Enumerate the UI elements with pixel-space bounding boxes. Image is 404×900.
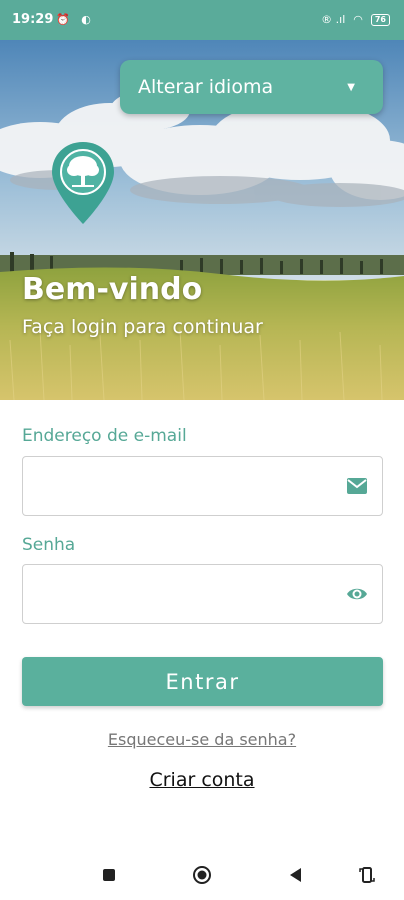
language-select[interactable]: Alterar idioma ▼ bbox=[120, 60, 383, 114]
dropdown-arrow-icon: ▼ bbox=[347, 82, 355, 93]
circle-icon[interactable] bbox=[192, 865, 212, 885]
map-pin-tree-icon bbox=[52, 142, 114, 224]
status-system-icons: ® .ıl ◠ 76 bbox=[321, 13, 390, 26]
password-label: Senha bbox=[22, 535, 76, 555]
password-field[interactable] bbox=[35, 565, 339, 625]
email-field-box bbox=[22, 456, 383, 517]
status-bar: 19:29 ⏰ ◐ ® .ıl ◠ 76 bbox=[0, 0, 404, 40]
battery-icon: 76 bbox=[370, 13, 390, 26]
welcome-title: Bem-vindo bbox=[22, 272, 203, 307]
forgot-password-link[interactable]: Esqueceu-se da senha? bbox=[0, 730, 404, 749]
login-button[interactable]: Entrar bbox=[22, 657, 383, 706]
email-field[interactable] bbox=[35, 457, 339, 517]
language-select-label: Alterar idioma bbox=[138, 76, 274, 98]
status-time: 19:29 bbox=[12, 12, 54, 27]
password-field-box bbox=[22, 564, 383, 625]
wifi-icon: ◠ bbox=[353, 13, 363, 26]
rotate-icon[interactable] bbox=[357, 865, 377, 885]
email-label: Endereço de e-mail bbox=[22, 426, 187, 446]
create-account-link[interactable]: Criar conta bbox=[0, 769, 404, 791]
mail-icon bbox=[347, 478, 367, 494]
status-notification-icons: ⏰ ◐ bbox=[56, 13, 95, 26]
signal-icon: ® .ıl bbox=[321, 13, 346, 26]
welcome-subtitle: Faça login para continuar bbox=[22, 316, 263, 338]
square-icon[interactable] bbox=[99, 865, 119, 885]
eye-icon[interactable] bbox=[346, 584, 368, 604]
system-nav-bar bbox=[0, 850, 404, 900]
back-triangle-icon[interactable] bbox=[286, 865, 306, 885]
